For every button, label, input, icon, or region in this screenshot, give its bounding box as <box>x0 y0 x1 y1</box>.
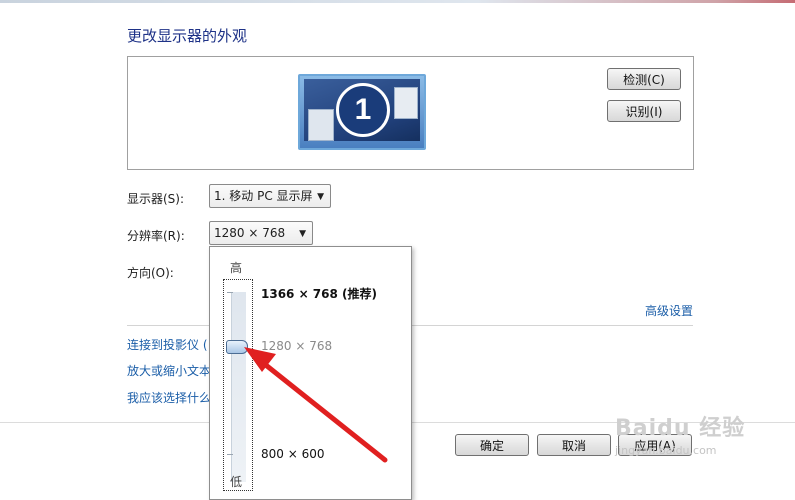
resolution-slider[interactable] <box>223 279 253 491</box>
window-thumbnail-icon <box>394 87 418 119</box>
resolution-select[interactable]: 1280 × 768 ▼ <box>209 221 313 245</box>
identify-button[interactable]: 识别(I) <box>607 100 681 122</box>
monitor-number-badge: 1 <box>336 83 390 137</box>
slider-tick <box>227 292 233 293</box>
display-label: 显示器(S): <box>127 192 185 206</box>
resolution-label: 分辨率(R): <box>127 229 185 243</box>
which-settings-link[interactable]: 我应该选择什么 <box>127 389 211 406</box>
text-size-link[interactable]: 放大或缩小文本 <box>127 362 211 379</box>
slider-high-label: 高 <box>230 261 243 275</box>
cancel-button[interactable]: 取消 <box>537 434 611 456</box>
watermark: Baidu 经验 jingyan.baidu.com <box>615 410 745 457</box>
detect-button[interactable]: 检测(C) <box>607 68 681 90</box>
monitor-1-icon[interactable]: 1 <box>298 74 426 150</box>
resolution-option[interactable]: 1366 × 768 (推荐) <box>261 285 377 302</box>
chevron-down-icon: ▼ <box>317 192 324 202</box>
resolution-option[interactable]: 1280 × 768 <box>261 339 332 353</box>
orientation-label: 方向(O): <box>127 266 174 280</box>
slider-track <box>231 292 246 482</box>
monitor-preview-panel: 1 检测(C) 识别(I) <box>127 56 694 170</box>
slider-thumb[interactable] <box>226 340 248 354</box>
chevron-down-icon: ▼ <box>299 229 306 239</box>
resolution-option[interactable]: 800 × 600 <box>261 447 325 461</box>
window-top-border <box>0 0 795 3</box>
page-title: 更改显示器的外观 <box>127 27 248 45</box>
display-select[interactable]: 1. 移动 PC 显示屏 ▼ <box>209 184 331 208</box>
resolution-select-value: 1280 × 768 <box>214 226 286 240</box>
slider-low-label: 低 <box>230 475 243 489</box>
advanced-settings-link[interactable]: 高级设置 <box>645 302 693 319</box>
resolution-dropdown: 高 1366 × 768 (推荐) 1280 × 768 800 × 600 低 <box>209 246 412 500</box>
watermark-url: jingyan.baidu.com <box>615 444 717 457</box>
connect-projector-link[interactable]: 连接到投影仪 ( <box>127 336 208 353</box>
ok-button[interactable]: 确定 <box>455 434 529 456</box>
window-thumbnail-icon <box>308 109 334 141</box>
slider-tick <box>227 454 233 455</box>
display-select-value: 1. 移动 PC 显示屏 <box>214 189 313 203</box>
watermark-brand: Baidu 经验 <box>615 416 746 441</box>
